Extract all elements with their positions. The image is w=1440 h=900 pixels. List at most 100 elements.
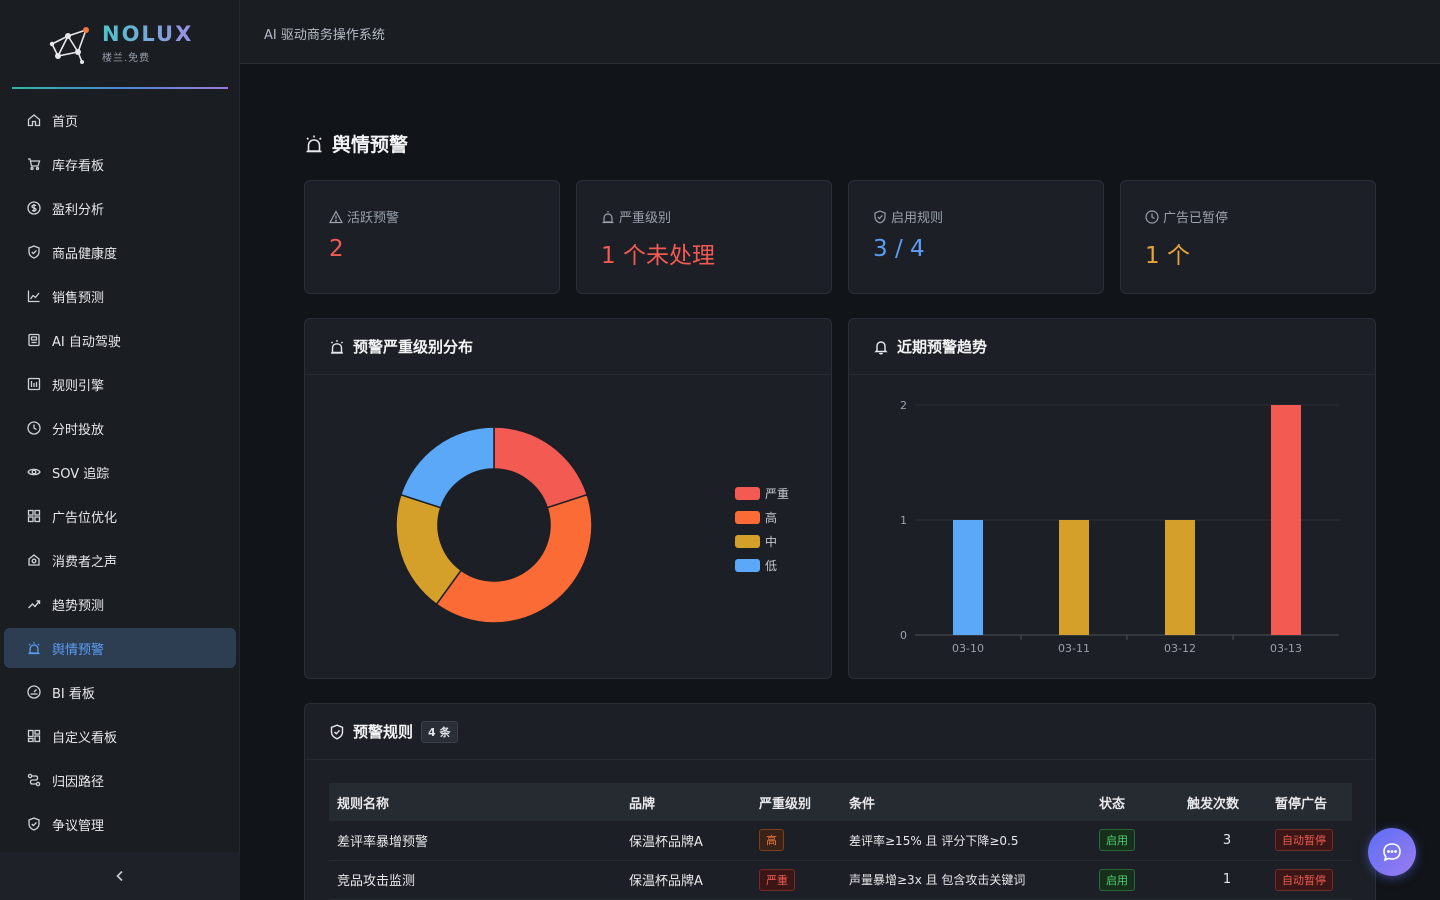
stat-value: 1 个: [1145, 243, 1190, 269]
rule-brand: 保温杯品牌A: [621, 821, 751, 861]
auto-pause-badge: 自动暂停: [1275, 868, 1333, 891]
bar-03-10[interactable]: [953, 520, 983, 635]
sidebar-item-label: AI 自动驾驶: [52, 334, 121, 350]
sidebar-collapse-button[interactable]: [0, 852, 240, 900]
sidebar-item-home[interactable]: 首页: [4, 100, 236, 140]
sidebar-item-ai-autopilot[interactable]: AI 自动驾驶: [4, 320, 236, 360]
sidebar-item-label: 销售预测: [52, 290, 105, 306]
sidebar-item-sales-forecast[interactable]: 销售预测: [4, 276, 236, 316]
column-header-severity[interactable]: 严重级别: [751, 783, 841, 821]
rule-pause-cell: 自动暂停: [1267, 821, 1352, 861]
stat-value: 2: [329, 236, 344, 262]
x-tick-label: 03-13: [1270, 642, 1302, 655]
donut-slice-低[interactable]: [399, 426, 495, 509]
column-header-triggers[interactable]: 触发次数: [1179, 783, 1267, 821]
sidebar-item-label: 趋势预测: [52, 598, 105, 614]
shield-check-icon: [874, 209, 886, 224]
legend-item-low[interactable]: 低: [735, 553, 789, 577]
top-bar: AI 驱动商务操作系统: [240, 0, 1440, 64]
column-header-condition[interactable]: 条件: [841, 783, 1091, 821]
brand-logo[interactable]: NOLUX 楼兰.免费: [48, 22, 198, 66]
sidebar-item-profit[interactable]: 盈利分析: [4, 188, 236, 228]
rule-trigger-count: 1: [1179, 860, 1267, 900]
rule-name: 竞品攻击监测: [329, 860, 621, 900]
alert-trend-bar-chart: 0 1 2 03-10 03-11 03-12 03-13: [900, 399, 1339, 655]
severity-badge: 高: [759, 829, 784, 852]
table-row[interactable]: 差评率暴增预警 保温杯品牌A 高 差评率≥15% 且 评分下降≥0.5 启用 3…: [329, 821, 1352, 861]
brand-subtitle: 楼兰.免费: [102, 53, 151, 64]
stat-label: 严重级别: [601, 207, 671, 226]
sidebar-item-label: 消费者之声: [52, 554, 118, 570]
trend-icon: [26, 596, 42, 612]
shield-icon: [26, 816, 42, 832]
alarm-icon: [306, 135, 322, 152]
sidebar-item-voice-of-customer[interactable]: 消费者之声: [4, 540, 236, 580]
route-icon: [26, 772, 42, 788]
rule-brand: 保温杯品牌A: [621, 860, 751, 900]
sidebar-item-dayparting[interactable]: 分时投放: [4, 408, 236, 448]
y-tick-label: 2: [900, 399, 907, 412]
home-icon: [26, 112, 42, 128]
sidebar-item-label: 广告位优化: [52, 510, 118, 526]
rules-count-badge: 4 条: [421, 720, 458, 743]
column-header-brand[interactable]: 品牌: [621, 783, 751, 821]
alarm-icon: [26, 640, 42, 656]
logo-icon: [49, 27, 89, 64]
stat-label: 广告已暂停: [1145, 207, 1228, 226]
bar-03-11[interactable]: [1059, 520, 1089, 635]
chat-assistant-button[interactable]: [1368, 828, 1416, 876]
page-title: 舆情预警: [304, 130, 408, 157]
rule-condition: 声量暴增≥3x 且 包含攻击关键词: [841, 860, 1091, 900]
shield-check-icon: [330, 723, 344, 740]
panel-header: 近期预警趋势: [849, 319, 1375, 375]
bar-03-12[interactable]: [1165, 520, 1195, 635]
layout-icon: [26, 728, 42, 744]
column-header-name[interactable]: 规则名称: [329, 783, 621, 821]
table-row[interactable]: 竞品攻击监测 保温杯品牌A 严重 声量暴增≥3x 且 包含攻击关键词 启用 1 …: [329, 860, 1352, 900]
brand-divider: [12, 87, 228, 89]
clock-icon: [26, 420, 42, 436]
column-header-pause-ads[interactable]: 暂停广告: [1267, 783, 1352, 821]
sidebar-item-attribution-path[interactable]: 归因路径: [4, 760, 236, 800]
stat-card-severity: 严重级别 1 个未处理: [576, 180, 832, 294]
legend-swatch: [735, 558, 760, 572]
sidebar-item-inventory[interactable]: 库存看板: [4, 144, 236, 184]
sidebar-item-product-health[interactable]: 商品健康度: [4, 232, 236, 272]
table-header-row: 规则名称 品牌 严重级别 条件 状态 触发次数 暂停广告: [329, 783, 1352, 821]
severity-distribution-panel: 预警严重级别分布 严重 高 中 低: [304, 318, 832, 679]
sidebar-item-sov-tracking[interactable]: SOV 追踪: [4, 452, 236, 492]
x-tick-label: 03-12: [1164, 642, 1196, 655]
stat-label: 启用规则: [873, 207, 943, 226]
donut-slice-严重[interactable]: [493, 426, 589, 509]
dollar-icon: [26, 200, 42, 216]
sidebar-item-trend-forecast[interactable]: 趋势预测: [4, 584, 236, 624]
status-badge[interactable]: 启用: [1099, 829, 1135, 852]
sidebar-item-sentiment-alert[interactable]: 舆情预警: [4, 628, 236, 668]
line-chart-icon: [26, 288, 42, 304]
sidebar-item-ad-placement[interactable]: 广告位优化: [4, 496, 236, 536]
sidebar-item-label: 商品健康度: [52, 246, 118, 262]
chevron-left-icon: [116, 870, 123, 882]
sidebar-item-dispute-management[interactable]: 争议管理: [4, 804, 236, 844]
cart-icon: [26, 156, 42, 172]
column-header-status[interactable]: 状态: [1091, 783, 1179, 821]
sidebar-item-rule-engine[interactable]: 规则引擎: [4, 364, 236, 404]
sidebar-item-custom-dashboard[interactable]: 自定义看板: [4, 716, 236, 756]
donut-slice-高[interactable]: [435, 493, 593, 624]
legend-swatch: [735, 486, 760, 500]
bar-03-13[interactable]: [1271, 405, 1301, 635]
legend-item-medium[interactable]: 中: [735, 529, 789, 553]
sidebar-item-label: 盈利分析: [52, 202, 105, 218]
sidebar-item-bi-dashboard[interactable]: BI 看板: [4, 672, 236, 712]
panel-header: 预警规则 4 条: [305, 704, 1375, 760]
main-content: 舆情预警 活跃预警 2 严重级别 1 个未处理 启用规则 3 / 4 广告已暂停…: [240, 64, 1440, 900]
sidebar-item-label: 库存看板: [52, 158, 105, 174]
legend-item-critical[interactable]: 严重: [735, 481, 789, 505]
sidebar-item-label: 首页: [52, 114, 79, 130]
status-badge[interactable]: 启用: [1099, 868, 1135, 891]
chart-legend: 严重 高 中 低: [735, 481, 789, 577]
stat-card-active-alerts: 活跃预警 2: [304, 180, 560, 294]
legend-item-high[interactable]: 高: [735, 505, 789, 529]
sidebar-item-label: 自定义看板: [52, 730, 118, 746]
rule-condition: 差评率≥15% 且 评分下降≥0.5: [841, 821, 1091, 861]
